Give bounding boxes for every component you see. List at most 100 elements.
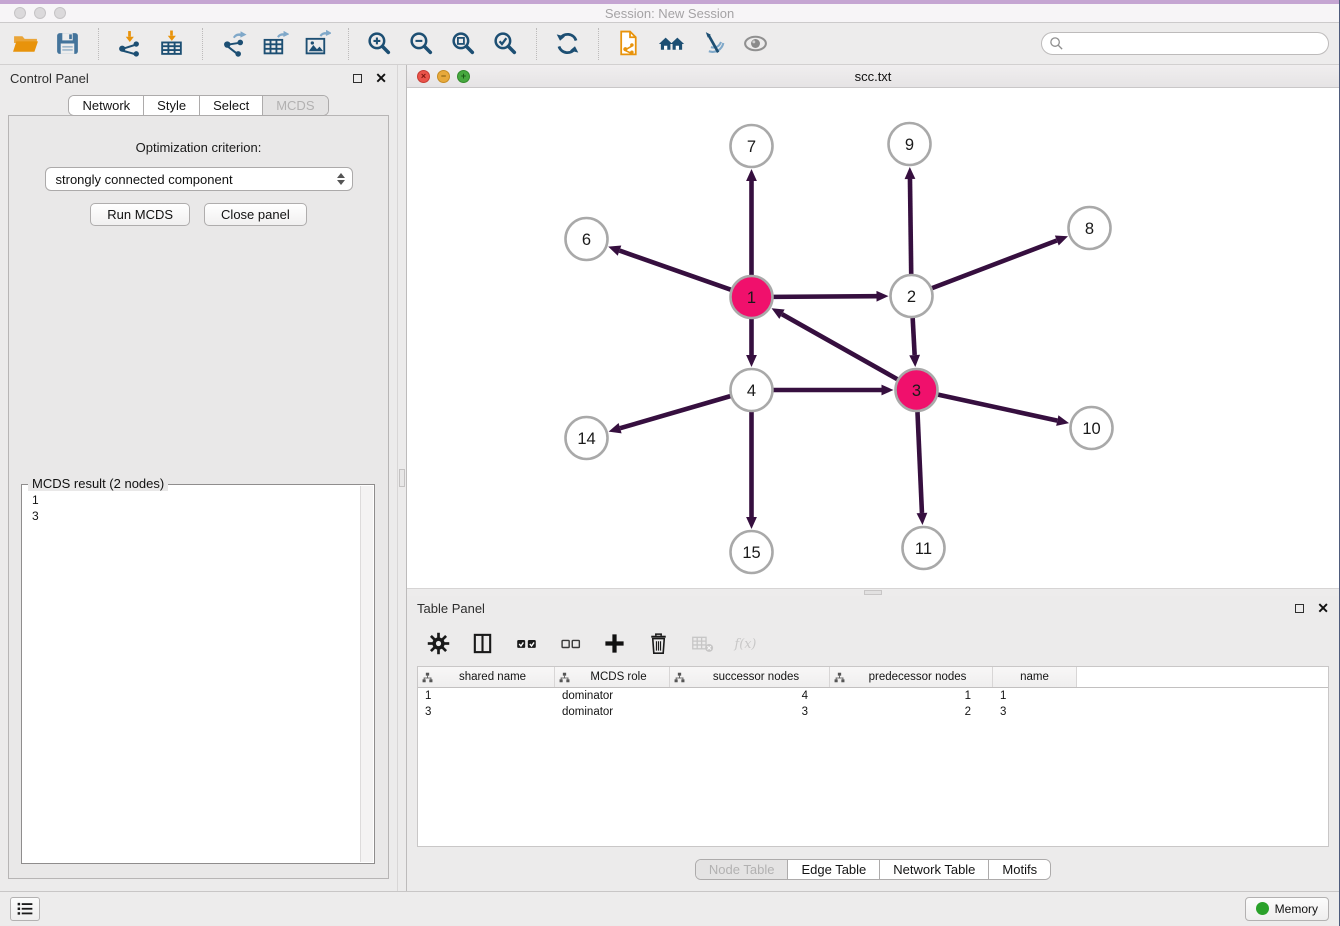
delete-table-icon — [689, 630, 716, 657]
float-panel-icon[interactable] — [353, 74, 362, 83]
export-image-icon[interactable] — [302, 28, 333, 59]
import-network-icon[interactable] — [114, 28, 145, 59]
tab-style[interactable]: Style — [144, 96, 200, 115]
export-network-icon[interactable] — [218, 28, 249, 59]
zoom-selected-icon[interactable] — [490, 28, 521, 59]
graph-arrowhead-1-6 — [608, 246, 621, 256]
mcds-result-list: 13 — [22, 485, 374, 531]
close-panel-icon[interactable]: ✕ — [1317, 601, 1329, 615]
create-column-icon[interactable] — [601, 630, 628, 657]
graph-edge-3-1[interactable] — [782, 314, 897, 379]
float-panel-icon[interactable] — [1295, 604, 1304, 613]
graph-arrowhead-1-4 — [746, 355, 757, 367]
zoom-out-icon[interactable] — [406, 28, 437, 59]
graph-edge-2-3[interactable] — [913, 318, 915, 355]
table-panel: Table Panel ✕ f(x) shared nameMCDS roles… — [407, 596, 1339, 891]
tab-edge-table[interactable]: Edge Table — [788, 860, 880, 879]
save-session-icon[interactable] — [52, 28, 83, 59]
graph-edge-2-9[interactable] — [910, 179, 911, 274]
graph-node-label-7: 7 — [747, 138, 756, 156]
column-header-predecessor-nodes[interactable]: predecessor nodes — [830, 667, 993, 687]
graph-arrowhead-2-3 — [909, 355, 920, 367]
table-cell: 1 — [993, 690, 1077, 702]
tab-select[interactable]: Select — [200, 96, 263, 115]
graph-node-label-6: 6 — [582, 231, 591, 249]
graph-edge-1-2[interactable] — [773, 296, 876, 297]
table-row[interactable]: 3dominator323 — [418, 704, 1328, 720]
search-input[interactable] — [1041, 32, 1329, 55]
column-header-label: predecessor nodes — [847, 671, 988, 683]
list-icon — [15, 900, 35, 918]
column-type-icon — [559, 672, 572, 683]
table-settings-icon[interactable] — [425, 630, 452, 657]
toolbar-separator — [98, 28, 99, 60]
network-zoom-icon[interactable]: + — [457, 70, 470, 83]
graph-arrowhead-4-15 — [746, 517, 757, 529]
delete-column-icon[interactable] — [645, 630, 672, 657]
column-header-successor-nodes[interactable]: successor nodes — [670, 667, 830, 687]
main-area: Control Panel ✕ NetworkStyleSelectMCDS O… — [0, 65, 1339, 891]
titlebar: Session: New Session — [0, 4, 1339, 23]
table-cell: dominator — [555, 706, 670, 718]
session-title: Session: New Session — [0, 4, 1339, 23]
show-panels-icon[interactable] — [740, 28, 771, 59]
table-body: 1dominator4113dominator323 — [418, 688, 1328, 720]
network-graph: 7968124314101511 — [407, 88, 1339, 588]
graph-edge-3-11[interactable] — [917, 412, 921, 513]
graph-node-label-10: 10 — [1082, 420, 1100, 438]
table-toolbar: f(x) — [407, 620, 1339, 666]
panel-splitter-horizontal[interactable] — [407, 588, 1339, 596]
tab-motifs[interactable]: Motifs — [989, 860, 1050, 879]
table-cell: 3 — [993, 706, 1077, 718]
column-header-MCDS-role[interactable]: MCDS role — [555, 667, 670, 687]
network-minimize-icon[interactable]: − — [437, 70, 450, 83]
run-mcds-button[interactable]: Run MCDS — [90, 203, 190, 226]
tab-node-table[interactable]: Node Table — [696, 860, 789, 879]
mcds-result-title: MCDS result (2 nodes) — [28, 476, 168, 491]
new-network-from-file-icon[interactable] — [614, 28, 645, 59]
graph-edge-4-14[interactable] — [620, 396, 730, 428]
hide-panels-icon[interactable] — [698, 28, 729, 59]
import-table-icon[interactable] — [156, 28, 187, 59]
tab-network-table[interactable]: Network Table — [880, 860, 989, 879]
splitter-handle[interactable] — [864, 590, 882, 595]
control-panel: Control Panel ✕ NetworkStyleSelectMCDS O… — [0, 65, 397, 891]
memory-button[interactable]: Memory — [1245, 897, 1329, 921]
tab-mcds[interactable]: MCDS — [263, 96, 327, 115]
search-icon — [1049, 36, 1064, 51]
tab-network[interactable]: Network — [69, 96, 144, 115]
main-toolbar — [0, 23, 1339, 65]
reset-views-icon[interactable] — [656, 28, 687, 59]
network-close-icon[interactable]: × — [417, 70, 430, 83]
graph-node-label-1: 1 — [747, 289, 756, 307]
export-table-icon[interactable] — [260, 28, 291, 59]
zoom-in-icon[interactable] — [364, 28, 395, 59]
close-panel-button[interactable]: Close panel — [204, 203, 307, 226]
panel-splitter-vertical[interactable] — [397, 65, 407, 891]
apply-layout-icon[interactable] — [552, 28, 583, 59]
graph-edge-2-8[interactable] — [932, 240, 1057, 288]
column-header-name[interactable]: name — [993, 667, 1077, 687]
result-scrollbar[interactable] — [360, 486, 373, 862]
mcds-result-line: 3 — [32, 508, 364, 524]
column-browser-icon[interactable] — [469, 630, 496, 657]
graph-edge-3-10[interactable] — [938, 395, 1057, 421]
criterion-selected-value: strongly connected component — [56, 172, 337, 187]
criterion-select[interactable]: strongly connected component — [45, 167, 353, 191]
task-history-button[interactable] — [10, 897, 40, 921]
table-row[interactable]: 1dominator411 — [418, 688, 1328, 704]
zoom-fit-content-icon[interactable] — [448, 28, 479, 59]
open-session-icon[interactable] — [10, 28, 41, 59]
close-panel-icon[interactable]: ✕ — [375, 71, 387, 85]
graph-edge-1-6[interactable] — [620, 251, 731, 290]
network-canvas-area[interactable]: 7968124314101511 — [407, 88, 1339, 588]
graph-node-label-8: 8 — [1085, 220, 1094, 238]
select-all-columns-icon[interactable] — [513, 630, 540, 657]
table-panel-header: Table Panel ✕ — [407, 596, 1339, 620]
deselect-all-columns-icon[interactable] — [557, 630, 584, 657]
column-header-shared-name[interactable]: shared name — [418, 667, 555, 687]
control-panel-title: Control Panel — [10, 71, 89, 86]
graph-node-label-14: 14 — [577, 430, 595, 448]
splitter-handle[interactable] — [399, 469, 405, 487]
toolbar-separator — [348, 28, 349, 60]
